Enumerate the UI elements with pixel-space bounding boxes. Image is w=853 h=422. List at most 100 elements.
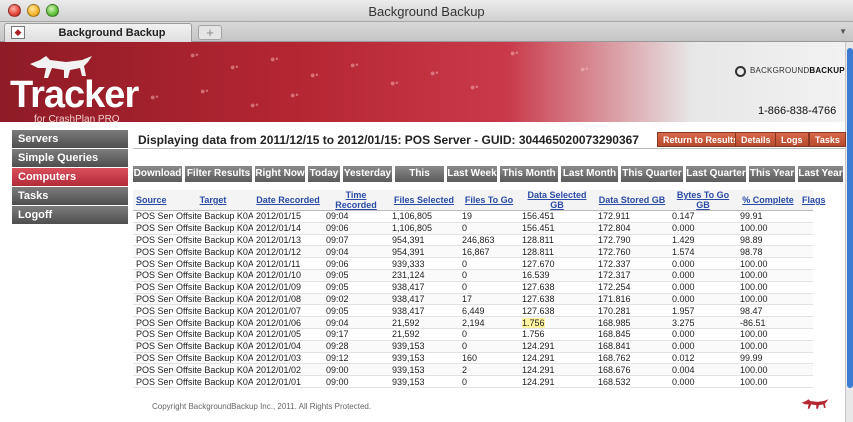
last-week-button[interactable]: Last Week (447, 166, 497, 182)
yesterday-button[interactable]: Yesterday (343, 166, 392, 182)
return-to-results-button[interactable]: Return to Results (657, 132, 745, 147)
new-tab-button[interactable]: + (198, 25, 222, 40)
cell-flags (799, 245, 813, 259)
backup-history-table: Source Target Date Recorded Time Recorde… (133, 190, 826, 388)
cell-data-stored-gb: 168.676 (595, 363, 669, 377)
cell-time-recorded: 09:28 (323, 340, 389, 353)
cell-percent-complete: 100.00 (737, 328, 799, 341)
logs-button[interactable]: Logs (775, 132, 809, 147)
column-header-percent-complete[interactable]: % Complete (737, 190, 799, 211)
table-body: POS ServerOffsite Backup K0A2012/01/1509… (133, 210, 813, 388)
cell-data-stored-gb: 170.281 (595, 304, 669, 318)
tasks-button[interactable]: Tasks (809, 132, 846, 147)
page-scrollbar[interactable] (845, 42, 853, 422)
cell-source: POS Server (133, 222, 173, 235)
table-row[interactable]: POS ServerOffsite Backup K0A2012/01/1409… (133, 222, 813, 235)
backup-history-table-wrap: Source Target Date Recorded Time Recorde… (133, 190, 826, 388)
cell-percent-complete: 100.00 (737, 222, 799, 235)
column-header-target[interactable]: Target (173, 190, 253, 211)
table-row[interactable]: POS ServerOffsite Backup K0A2012/01/1009… (133, 269, 813, 282)
last-quarter-button[interactable]: Last Quarter (686, 166, 746, 182)
cell-files-to-go: 16,867 (459, 245, 519, 259)
cell-files-selected: 21,592 (389, 316, 459, 329)
download-button[interactable]: Download (133, 166, 182, 182)
column-header-time-recorded[interactable]: Time Recorded (323, 190, 389, 211)
cell-files-to-go: 2,194 (459, 316, 519, 329)
today-button[interactable]: Today (308, 166, 340, 182)
table-row[interactable]: POS ServerOffsite Backup K0A2012/01/1309… (133, 234, 813, 247)
sidebar-item-tasks[interactable]: Tasks (12, 187, 128, 205)
paw-print-icon: ●• (250, 100, 259, 110)
details-button[interactable]: Details (735, 132, 777, 147)
cell-files-selected: 939,153 (389, 352, 459, 365)
cell-flags (799, 340, 813, 353)
cell-target: Offsite Backup K0A (173, 257, 253, 270)
table-row[interactable]: POS ServerOffsite Backup K0A2012/01/1209… (133, 245, 813, 259)
table-row[interactable]: POS ServerOffsite Backup K0A2012/01/0309… (133, 352, 813, 365)
column-header-source[interactable]: Source (133, 190, 173, 211)
paw-print-icon: ●• (200, 86, 209, 96)
highlighted-value: 1.756 (522, 317, 545, 328)
cell-files-selected: 1,106,805 (389, 222, 459, 235)
table-row[interactable]: POS ServerOffsite Backup K0A2012/01/0609… (133, 316, 813, 329)
sidebar-item-computers[interactable]: Computers (12, 168, 128, 186)
column-header-date-recorded[interactable]: Date Recorded (253, 190, 323, 211)
table-row[interactable]: POS ServerOffsite Backup K0A2012/01/1509… (133, 210, 813, 223)
table-row[interactable]: POS ServerOffsite Backup K0A2012/01/0509… (133, 328, 813, 341)
table-row[interactable]: POS ServerOffsite Backup K0A2012/01/0709… (133, 304, 813, 318)
this-quarter-button[interactable]: This Quarter (621, 166, 683, 182)
cell-target: Offsite Backup K0A (173, 340, 253, 353)
sidebar-item-servers[interactable]: Servers (12, 130, 128, 148)
table-row[interactable]: POS ServerOffsite Backup K0A2012/01/0909… (133, 281, 813, 294)
column-header-data-stored-gb[interactable]: Data Stored GB (595, 190, 669, 211)
sidebar-item-simple-queries[interactable]: Simple Queries (12, 149, 128, 167)
cell-files-to-go: 0 (459, 257, 519, 270)
cell-target: Offsite Backup K0A (173, 375, 253, 388)
this-month-button[interactable]: This Month (500, 166, 558, 182)
sidebar-item-logoff[interactable]: Logoff (12, 206, 128, 224)
cell-data-stored-gb: 171.816 (595, 293, 669, 306)
cell-target: Offsite Backup K0A (173, 316, 253, 329)
browser-tab[interactable]: ◆ Background Backup (4, 23, 192, 42)
scrollbar-thumb[interactable] (847, 48, 853, 388)
cell-files-selected: 939,153 (389, 340, 459, 353)
footer-dog-logo-icon (801, 399, 829, 409)
column-header-data-selected-gb[interactable]: Data Selected GB (519, 190, 595, 211)
cell-time-recorded: 09:02 (323, 293, 389, 306)
cell-data-stored-gb: 168.841 (595, 340, 669, 353)
table-row[interactable]: POS ServerOffsite Backup K0A2012/01/0109… (133, 375, 813, 388)
tab-overflow-icon[interactable]: ▼ (839, 27, 847, 36)
tracker-logo-text: Tracker (10, 74, 139, 116)
this-week-button[interactable]: This Week (395, 166, 444, 195)
paw-print-icon: ●• (470, 82, 479, 92)
site-banner: ●• ●• ●• ●• ●• ●• ●• ●• ●• ●• ●• ●• ●• ●… (0, 42, 845, 122)
cell-date-recorded: 2012/01/05 (253, 328, 323, 341)
last-year-button[interactable]: Last Year (798, 166, 843, 182)
cell-percent-complete: 98.47 (737, 304, 799, 318)
cell-data-selected-gb: 1.756 (519, 328, 595, 341)
column-header-flags[interactable]: Flags (799, 190, 826, 211)
table-row[interactable]: POS ServerOffsite Backup K0A2012/01/1109… (133, 257, 813, 270)
cell-files-selected: 939,333 (389, 257, 459, 270)
cell-data-selected-gb: 124.291 (519, 352, 595, 365)
cell-data-selected-gb: 128.811 (519, 234, 595, 247)
cell-data-selected-gb: 127.638 (519, 293, 595, 306)
cell-files-selected: 1,106,805 (389, 210, 459, 223)
cell-target: Offsite Backup K0A (173, 352, 253, 365)
table-row[interactable]: POS ServerOffsite Backup K0A2012/01/0809… (133, 293, 813, 306)
column-header-files-to-go[interactable]: Files To Go (459, 190, 519, 211)
this-year-button[interactable]: This Year (749, 166, 795, 182)
right-now-button[interactable]: Right Now (255, 166, 305, 182)
column-header-files-selected[interactable]: Files Selected (389, 190, 459, 211)
cell-time-recorded: 09:06 (323, 222, 389, 235)
filter-results-button[interactable]: Filter Results (185, 166, 252, 182)
cell-flags (799, 304, 813, 318)
cell-data-stored-gb: 168.762 (595, 352, 669, 365)
window-titlebar: Background Backup (0, 0, 853, 22)
table-row[interactable]: POS ServerOffsite Backup K0A2012/01/0209… (133, 363, 813, 377)
table-row[interactable]: POS ServerOffsite Backup K0A2012/01/0409… (133, 340, 813, 353)
cell-source: POS Server (133, 352, 173, 365)
paw-print-icon: ●• (150, 92, 159, 102)
last-month-button[interactable]: Last Month (561, 166, 618, 182)
column-header-bytes-to-go-gb[interactable]: Bytes To Go GB (669, 190, 737, 211)
